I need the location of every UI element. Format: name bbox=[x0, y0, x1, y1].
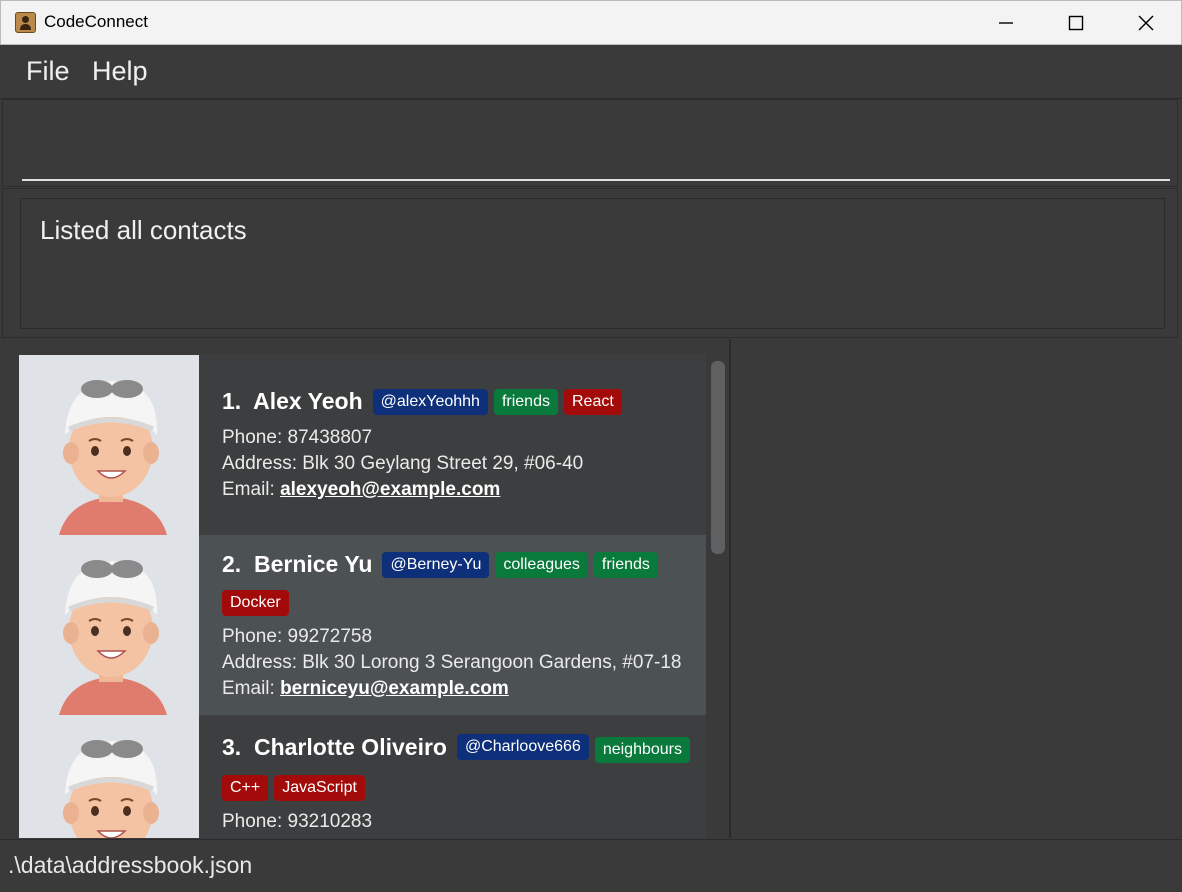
command-input[interactable] bbox=[22, 130, 1170, 181]
person-index: 1. bbox=[222, 388, 242, 414]
person-details: Phone: 99272758 Address: Blk 30 Lorong 3… bbox=[222, 624, 696, 702]
person-name: 1. Alex Yeoh bbox=[222, 388, 363, 415]
avatar bbox=[19, 355, 199, 535]
avatar bbox=[19, 715, 199, 838]
person-info: 1. Alex Yeoh @alexYeohhh friends React P… bbox=[222, 355, 696, 503]
person-name-text: Bernice Yu bbox=[253, 551, 373, 577]
person-card[interactable]: 2. Bernice Yu @Berney-Yu colleagues frie… bbox=[19, 535, 706, 715]
person-list-scrollbar[interactable] bbox=[708, 357, 726, 827]
close-icon bbox=[1138, 15, 1154, 31]
result-display[interactable]: Listed all contacts bbox=[20, 198, 1165, 329]
person-name: 2. Bernice Yu bbox=[222, 551, 372, 578]
result-text: Listed all contacts bbox=[40, 215, 247, 245]
person-details: Phone: 93210283 bbox=[222, 809, 696, 835]
close-button[interactable] bbox=[1111, 1, 1181, 45]
person-card[interactable]: 3. Charlotte Oliveiro @Charloove666 neig… bbox=[19, 715, 706, 838]
save-location-text: .\data\addressbook.json bbox=[8, 852, 253, 878]
person-list-panel: 1. Alex Yeoh @alexYeohhh friends React P… bbox=[2, 339, 731, 838]
phone-text: Phone: 99272758 bbox=[222, 626, 373, 647]
person-card[interactable]: 1. Alex Yeoh @alexYeohhh friends React P… bbox=[19, 355, 706, 535]
person-index: 3. bbox=[222, 733, 242, 760]
person-info: 2. Bernice Yu @Berney-Yu colleagues frie… bbox=[222, 535, 696, 702]
tag: JavaScript bbox=[274, 775, 365, 801]
email-link[interactable]: alexyeoh@example.com bbox=[280, 479, 500, 500]
maximize-button[interactable] bbox=[1041, 1, 1111, 45]
result-display-panel: Listed all contacts bbox=[2, 188, 1178, 338]
title-bar: CodeConnect bbox=[0, 0, 1182, 45]
tag: React bbox=[563, 388, 622, 415]
person-info: 3. Charlotte Oliveiro @Charloove666 neig… bbox=[222, 715, 696, 835]
scrollbar-thumb[interactable] bbox=[711, 361, 725, 554]
tag: colleagues bbox=[495, 551, 588, 578]
avatar bbox=[19, 535, 199, 715]
menu-file[interactable]: File bbox=[26, 56, 70, 87]
person-name-text: Charlotte Oliveiro bbox=[253, 733, 447, 760]
tag: friends bbox=[493, 388, 558, 415]
address-text: Address: Blk 30 Geylang Street 29, #06-4… bbox=[222, 453, 584, 474]
address-text: Address: Blk 30 Lorong 3 Serangoon Garde… bbox=[222, 652, 682, 673]
email-row: Email: berniceyu@example.com bbox=[222, 676, 696, 702]
person-details: Phone: 87438807 Address: Blk 30 Geylang … bbox=[222, 425, 696, 503]
status-bar: .\data\addressbook.json bbox=[0, 839, 1182, 892]
github-handle-tag: @alexYeohhh bbox=[372, 388, 488, 415]
minimize-icon bbox=[999, 22, 1013, 24]
person-name: 3. Charlotte Oliveiro bbox=[222, 734, 447, 761]
person-name-text: Alex Yeoh bbox=[253, 388, 363, 414]
email-link[interactable]: berniceyu@example.com bbox=[280, 678, 509, 699]
command-box bbox=[2, 99, 1178, 187]
maximize-icon bbox=[1068, 15, 1084, 31]
window-title: CodeConnect bbox=[44, 12, 148, 31]
github-handle-tag: @Berney-Yu bbox=[382, 551, 490, 578]
menu-help[interactable]: Help bbox=[92, 56, 148, 87]
person-index: 2. bbox=[222, 551, 242, 577]
email-label: Email: bbox=[222, 479, 281, 500]
empty-detail-pane bbox=[733, 339, 1180, 838]
tag: friends bbox=[593, 551, 658, 578]
minimize-button[interactable] bbox=[971, 1, 1041, 45]
person-header: 2. Bernice Yu @Berney-Yu colleagues frie… bbox=[222, 551, 696, 616]
tag: neighbours bbox=[594, 737, 690, 763]
tag: C++ bbox=[222, 775, 269, 801]
person-header: 1. Alex Yeoh @alexYeohhh friends React bbox=[222, 388, 696, 415]
app-icon bbox=[15, 12, 36, 33]
menu-bar: File Help bbox=[0, 45, 1182, 99]
phone-text: Phone: 93210283 bbox=[222, 811, 373, 832]
tag: Docker bbox=[222, 590, 289, 616]
person-header: 3. Charlotte Oliveiro @Charloove666 neig… bbox=[222, 731, 696, 801]
email-row: Email: alexyeoh@example.com bbox=[222, 477, 696, 503]
phone-text: Phone: 87438807 bbox=[222, 427, 373, 448]
github-handle-tag: @Charloove666 bbox=[456, 734, 589, 760]
email-label: Email: bbox=[222, 678, 281, 699]
